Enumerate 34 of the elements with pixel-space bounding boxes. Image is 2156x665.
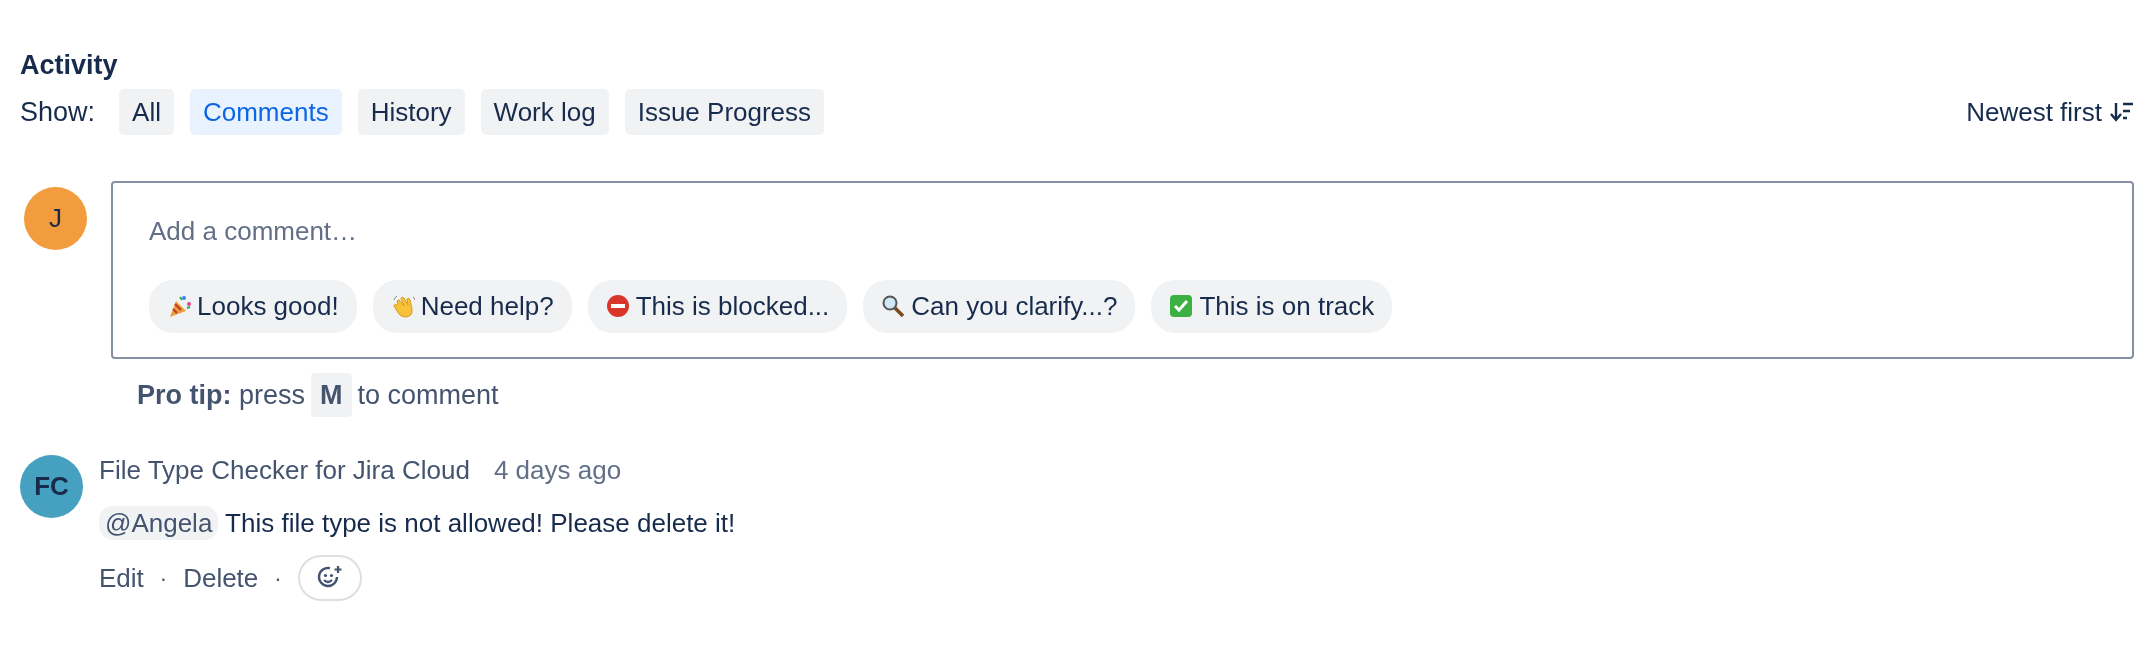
filter-label: Show: <box>20 96 96 130</box>
party-popper-icon <box>167 294 191 319</box>
author-name: File Type Checker for Jira Cloud <box>99 454 470 488</box>
magnifier-icon <box>881 294 906 319</box>
filter-tab[interactable]: Issue Progress <box>624 89 825 136</box>
no-entry-icon <box>605 294 630 319</box>
mention-link[interactable]: @Angela <box>99 506 219 541</box>
comment-action-link[interactable]: Delete <box>183 559 259 598</box>
user-avatar: J <box>24 187 87 251</box>
pro-tip-text: to comment <box>357 379 499 412</box>
quick-reply-chip[interactable]: Looks good! <box>149 280 357 333</box>
comment-action-link[interactable]: Edit <box>99 559 144 598</box>
keyboard-key: M <box>311 373 352 418</box>
separator-dot: · <box>274 565 282 593</box>
separator-dot: · <box>159 565 168 593</box>
pro-tip-text: Pro tip: press <box>137 379 306 412</box>
quick-reply-chip[interactable]: Can you clarify...? <box>863 280 1136 333</box>
filter-tab[interactable]: All <box>119 89 174 136</box>
author-avatar: FC <box>20 455 83 519</box>
sort-button[interactable]: Newest first <box>1956 92 2134 132</box>
section-heading: Activity <box>20 49 119 82</box>
filter-tab[interactable]: Work log <box>480 89 609 136</box>
sort-icon <box>2110 101 2134 124</box>
comment-box[interactable]: Add a comment… Looks good! Need help? This is blocked... Can you clarify...? This is on track <box>111 181 2134 359</box>
comment-text: @Angela This file type is not allowed! Please delete it! <box>99 504 736 544</box>
check-mark-icon <box>1169 294 1194 319</box>
filter-tab[interactable]: Comments <box>189 89 342 136</box>
quick-reply-chip[interactable]: This is on track <box>1151 280 1393 333</box>
comment-time: 4 days ago <box>493 454 622 488</box>
add-reaction-button[interactable] <box>297 555 362 602</box>
quick-reply-chip[interactable]: This is blocked... <box>587 280 848 333</box>
filter-tab[interactable]: History <box>357 89 465 136</box>
waving-hand-icon <box>390 294 415 319</box>
quick-reply-chip[interactable]: Need help? <box>372 280 572 333</box>
